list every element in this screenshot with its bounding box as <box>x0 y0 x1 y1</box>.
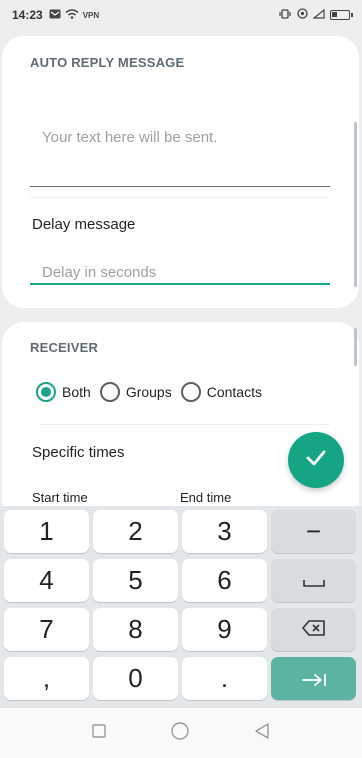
space-icon <box>302 568 326 594</box>
key-7[interactable]: 7 <box>4 608 89 651</box>
delay-input[interactable]: Delay in seconds <box>42 264 156 281</box>
radio-label: Contacts <box>206 384 262 400</box>
vibrate-icon <box>278 8 292 22</box>
navigation-bar <box>0 708 362 758</box>
key-comma[interactable]: , <box>4 657 89 700</box>
divider <box>40 424 330 425</box>
key-2[interactable]: 2 <box>93 510 178 553</box>
radio-label: Groups <box>125 384 172 400</box>
key-space[interactable] <box>271 559 356 602</box>
receiver-radio-group: Both Groups Contacts <box>36 382 271 402</box>
radio-contacts[interactable]: Contacts <box>180 382 262 402</box>
specific-times-label[interactable]: Specific times <box>32 444 125 461</box>
back-icon[interactable] <box>253 722 271 745</box>
status-time: 14:23 <box>12 8 43 22</box>
receiver-title: RECEIVER <box>30 340 99 355</box>
wifi-icon <box>65 8 79 22</box>
end-time-label: End time <box>180 490 232 505</box>
radio-label: Both <box>62 384 91 400</box>
key-1[interactable]: 1 <box>4 510 89 553</box>
key-next[interactable] <box>271 657 356 700</box>
battery-icon <box>330 10 353 20</box>
key-8[interactable]: 8 <box>93 608 178 651</box>
scrollbar-receiver[interactable] <box>354 328 357 366</box>
data-saver-icon <box>297 8 308 22</box>
key-period[interactable]: . <box>182 657 267 700</box>
key-4[interactable]: 4 <box>4 559 89 602</box>
start-time-label: Start time <box>32 490 88 505</box>
key-9[interactable]: 9 <box>182 608 267 651</box>
delay-label: Delay message <box>32 216 136 233</box>
key-0[interactable]: 0 <box>93 657 178 700</box>
recents-icon[interactable] <box>91 723 107 744</box>
message-icon <box>49 9 61 22</box>
radio-both[interactable]: Both <box>36 382 91 402</box>
save-fab-button[interactable] <box>288 432 344 488</box>
scrollbar[interactable] <box>354 122 357 287</box>
backspace-icon <box>301 617 327 643</box>
radio-groups[interactable]: Groups <box>99 382 172 402</box>
radio-circle <box>180 382 201 402</box>
key-backspace[interactable] <box>271 608 356 651</box>
signal-icon <box>312 8 325 22</box>
message-underline <box>30 186 330 187</box>
key-6[interactable]: 6 <box>182 559 267 602</box>
key-3[interactable]: 3 <box>182 510 267 553</box>
vpn-icon: VPN <box>82 10 100 20</box>
key-5[interactable]: 5 <box>93 559 178 602</box>
radio-circle <box>99 382 120 402</box>
auto-reply-title: AUTO REPLY MESSAGE <box>30 55 185 70</box>
numeric-keyboard: 1 2 3 − 4 5 6 7 8 9 , 0 . <box>0 506 362 708</box>
delay-underline <box>30 283 330 285</box>
check-icon <box>305 449 327 472</box>
key-minus[interactable]: − <box>271 510 356 553</box>
radio-circle <box>36 382 56 402</box>
home-icon[interactable] <box>170 721 190 746</box>
status-bar: 14:23 VPN <box>0 0 362 30</box>
message-input[interactable]: Your text here will be sent. <box>42 129 217 146</box>
tab-next-icon <box>301 663 327 694</box>
divider <box>30 197 330 198</box>
